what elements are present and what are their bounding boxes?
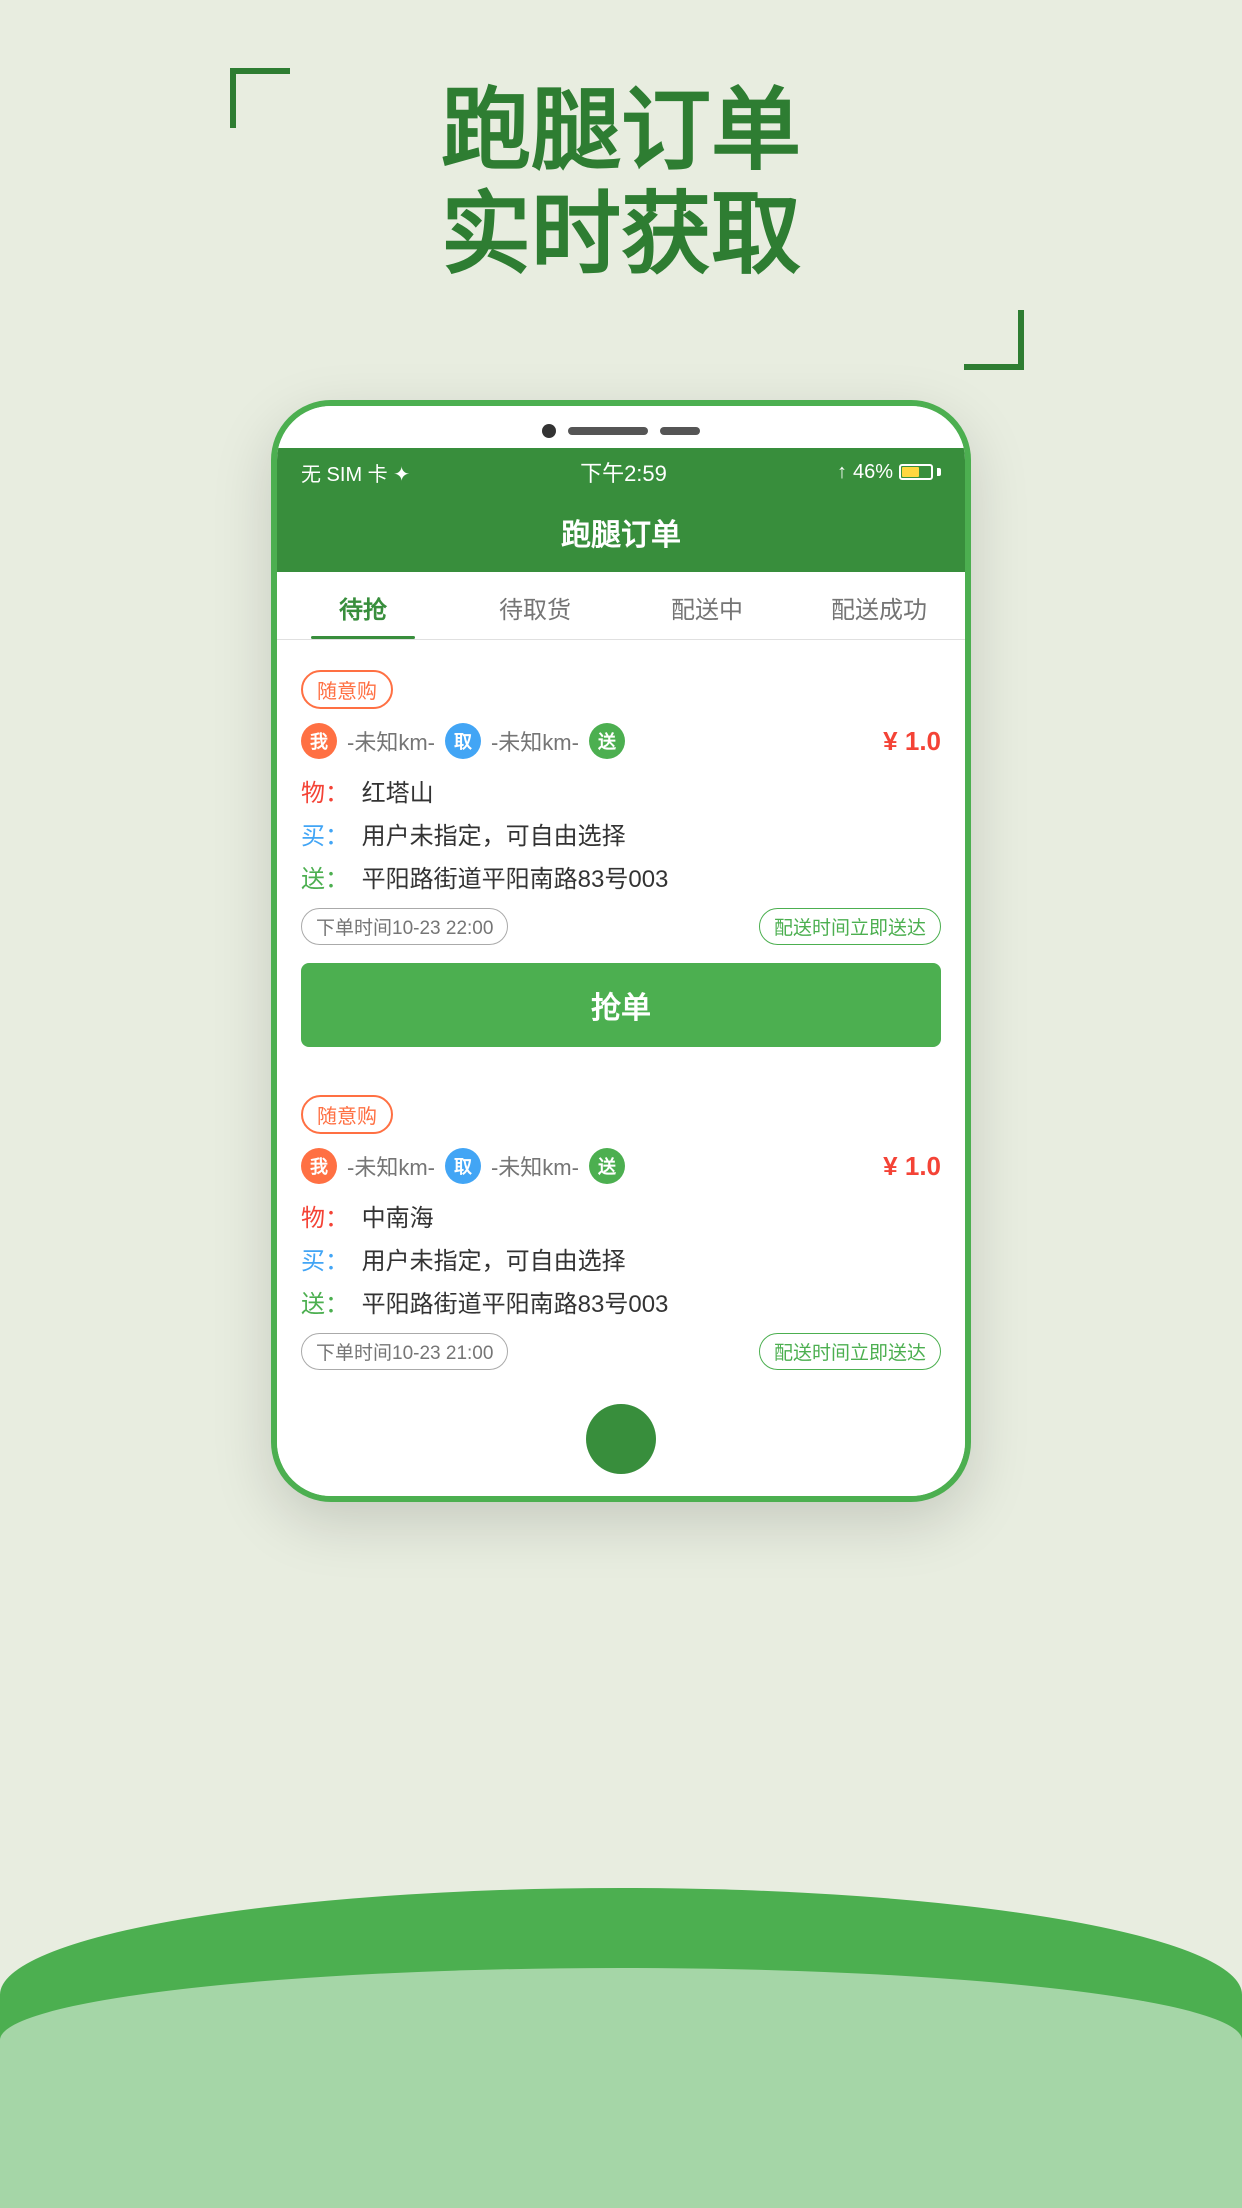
- order-time-tag-2: 下单时间10-23 21:00: [301, 1333, 508, 1370]
- order-item-1: 物： 红塔山: [301, 773, 941, 808]
- bracket-bottom-right: [964, 310, 1024, 370]
- headline-line1: 跑腿订单: [0, 80, 1242, 184]
- delivery-time-tag-2: 配送时间立即送达: [759, 1333, 941, 1370]
- delivery-time-tag-1: 配送时间立即送达: [759, 908, 941, 945]
- tab-delivered[interactable]: 配送成功: [793, 572, 965, 639]
- headline: 跑腿订单 实时获取: [0, 80, 1242, 287]
- phone-body: 无 SIM 卡 ✦ 下午2:59 ↑ 46% 跑腿订单 待抢: [271, 400, 971, 1502]
- order-time-tag-1: 下单时间10-23 22:00: [301, 908, 508, 945]
- phone-top-bar: [277, 406, 965, 448]
- order-footer-2: 下单时间10-23 21:00 配送时间立即送达: [301, 1333, 941, 1370]
- order-buy-1: 买： 用户未指定，可自由选择: [301, 816, 941, 851]
- status-time: 下午2:59: [580, 456, 667, 488]
- item-label-1: 物：: [301, 780, 349, 807]
- phone-speaker: [568, 427, 648, 435]
- order-badge-1: 随意购: [301, 670, 393, 709]
- route-to-km-2: -未知km-: [491, 1150, 579, 1182]
- send-label-2: 送：: [301, 1291, 349, 1318]
- order-footer-1: 下单时间10-23 22:00 配送时间立即送达: [301, 908, 941, 945]
- route-from-km-1: -未知km-: [347, 725, 435, 757]
- route-price-1: ¥ 1.0: [883, 726, 941, 757]
- order-item-2: 物： 中南海: [301, 1198, 941, 1233]
- route-price-2: ¥ 1.0: [883, 1151, 941, 1182]
- route-icon-me-1: 我: [301, 723, 337, 759]
- buy-text-1: 用户未指定，可自由选择: [362, 823, 626, 850]
- route-icon-pickup-1: 取: [445, 723, 481, 759]
- tab-waiting-grab[interactable]: 待抢: [277, 572, 449, 639]
- status-right: ↑ 46%: [837, 461, 941, 484]
- order-card-2: 随意购 我 -未知km- 取 -未知km- 送 ¥ 1.0 物： 中南海: [277, 1077, 965, 1388]
- battery-icon: [899, 464, 941, 480]
- phone-home-area: [277, 1388, 965, 1496]
- route-to-km-1: -未知km-: [491, 725, 579, 757]
- item-text-1: 红塔山: [362, 780, 434, 807]
- nav-title: 跑腿订单: [561, 519, 681, 552]
- order-send-1: 送： 平阳路街道平阳南路83号003: [301, 859, 941, 894]
- phone-side-button-right: [965, 586, 971, 666]
- buy-label-2: 买：: [301, 1248, 349, 1275]
- route-icon-deliver-1: 送: [589, 723, 625, 759]
- send-label-1: 送：: [301, 866, 349, 893]
- phone-camera: [542, 424, 556, 438]
- tab-waiting-pickup[interactable]: 待取货: [449, 572, 621, 639]
- battery-tip: [937, 468, 941, 476]
- bg-light-shape: [0, 1968, 1242, 2208]
- battery-body: [899, 464, 933, 480]
- home-button[interactable]: [586, 1404, 656, 1474]
- send-text-1: 平阳路街道平阳南路83号003: [362, 866, 669, 893]
- grab-button-1[interactable]: 抢单: [301, 963, 941, 1047]
- route-from-km-2: -未知km-: [347, 1150, 435, 1182]
- order-send-2: 送： 平阳路街道平阳南路83号003: [301, 1284, 941, 1319]
- status-battery-pct: 46%: [853, 461, 893, 484]
- buy-label-1: 买：: [301, 823, 349, 850]
- status-carrier: 无 SIM 卡 ✦: [301, 458, 410, 487]
- order-badge-2: 随意购: [301, 1095, 393, 1134]
- tab-delivering[interactable]: 配送中: [621, 572, 793, 639]
- tabs-bar: 待抢 待取货 配送中 配送成功: [277, 572, 965, 640]
- phone-mockup: 无 SIM 卡 ✦ 下午2:59 ↑ 46% 跑腿订单 待抢: [271, 400, 971, 1502]
- status-bar: 无 SIM 卡 ✦ 下午2:59 ↑ 46%: [277, 448, 965, 496]
- status-signal: ↑: [837, 461, 847, 484]
- headline-line2: 实时获取: [0, 184, 1242, 288]
- nav-bar: 跑腿订单: [277, 496, 965, 572]
- item-label-2: 物：: [301, 1205, 349, 1232]
- battery-fill: [902, 467, 919, 477]
- route-icon-pickup-2: 取: [445, 1148, 481, 1184]
- order-buy-2: 买： 用户未指定，可自由选择: [301, 1241, 941, 1276]
- send-text-2: 平阳路街道平阳南路83号003: [362, 1291, 669, 1318]
- buy-text-2: 用户未指定，可自由选择: [362, 1248, 626, 1275]
- item-text-2: 中南海: [362, 1205, 434, 1232]
- route-icon-deliver-2: 送: [589, 1148, 625, 1184]
- order-route-1: 我 -未知km- 取 -未知km- 送 ¥ 1.0: [301, 723, 941, 759]
- phone-sensor: [660, 427, 700, 435]
- order-card-1: 随意购 我 -未知km- 取 -未知km- 送 ¥ 1.0 物： 红塔山: [277, 652, 965, 1065]
- order-route-2: 我 -未知km- 取 -未知km- 送 ¥ 1.0: [301, 1148, 941, 1184]
- route-icon-me-2: 我: [301, 1148, 337, 1184]
